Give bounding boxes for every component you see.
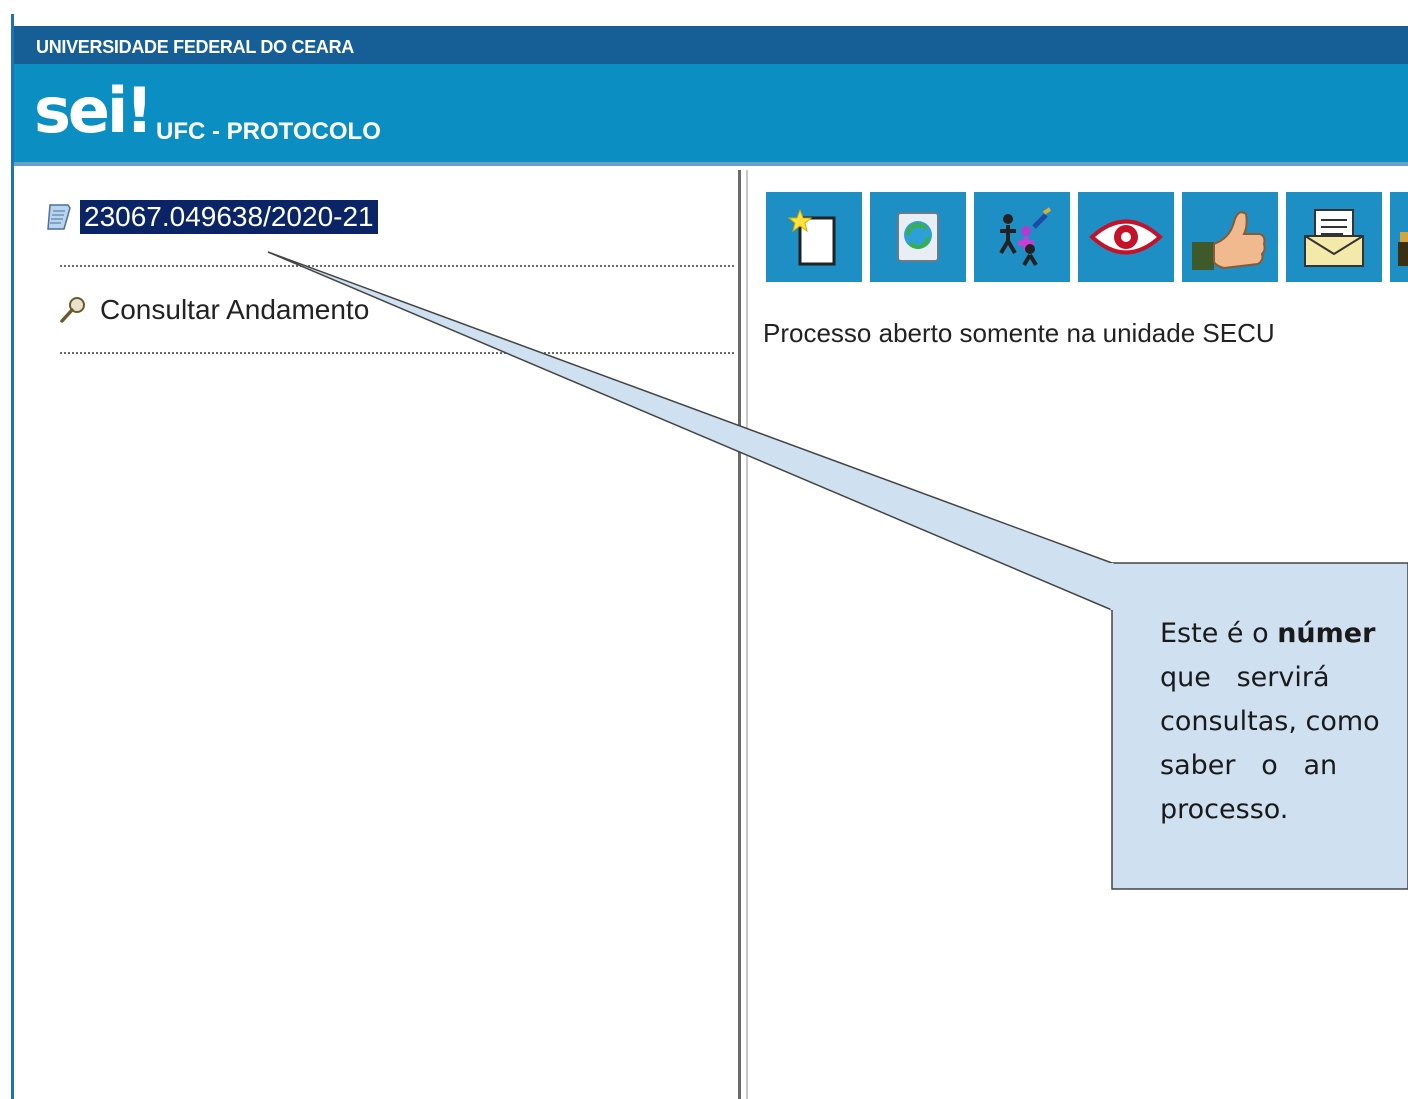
callout-line-3: consultas, como [1160,706,1380,737]
callout-text: Este é o númer que servirá consultas, co… [1160,612,1408,832]
callout-line-5: processo. [1160,794,1289,825]
callout-line-1: Este é o númer [1160,612,1408,656]
callout-line-1-bold: númer [1277,618,1376,649]
callout-line-4: saber o an [1160,750,1338,781]
callout-line-2: que servirá [1160,662,1330,693]
callout-bubble [267,251,1408,890]
callout-line-1-prefix: Este é o [1160,618,1278,649]
